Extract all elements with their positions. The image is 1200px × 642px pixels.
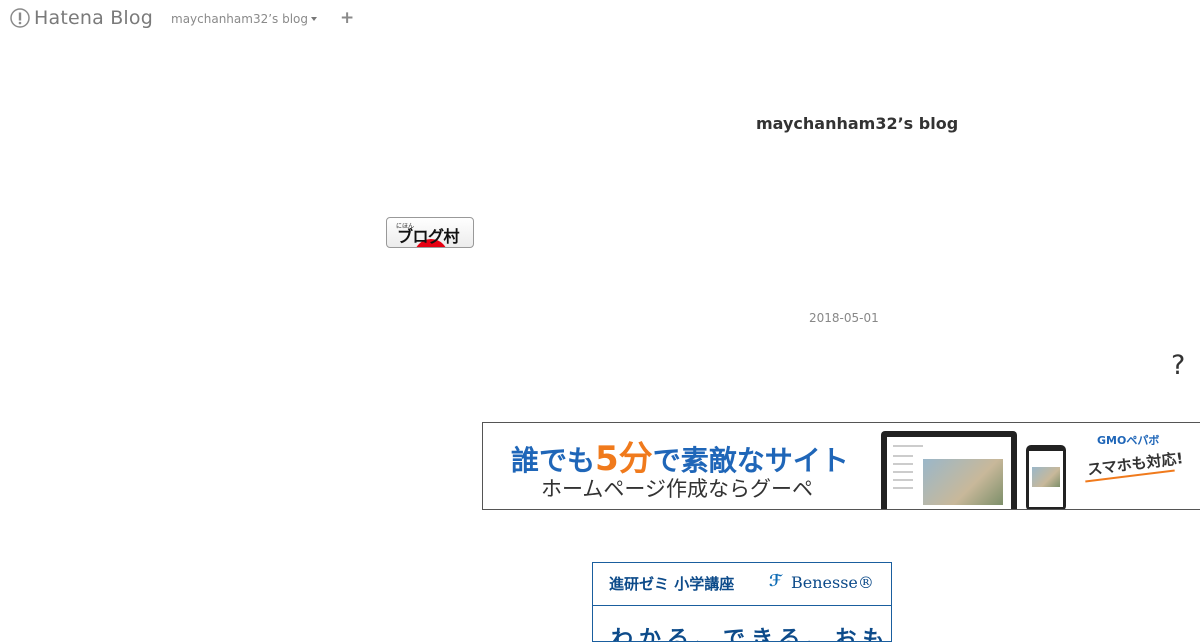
- laptop-line: [893, 463, 913, 465]
- laptop-illustration: [881, 431, 1017, 509]
- laptop-line: [893, 445, 923, 447]
- top-bar: Hatena Blog maychanham32’s blog +: [0, 0, 1200, 38]
- benesse-logo-icon: ℱ: [769, 571, 782, 590]
- laptop-line: [893, 455, 913, 457]
- blogmura-badge[interactable]: にほん ブログ村: [386, 217, 474, 248]
- laptop-photo: [923, 459, 1003, 505]
- logo-text: Hatena Blog: [34, 7, 153, 29]
- help-button[interactable]: ?: [1171, 350, 1185, 381]
- benesse-brand: Benesse®: [791, 573, 874, 592]
- laptop-screen: [887, 437, 1011, 509]
- goope-ad-banner[interactable]: 誰でも5分で素敵なサイト ホームページ作成ならグーペ GMOペパボ スマホも対応…: [482, 422, 1200, 510]
- hatena-blog-logo[interactable]: Hatena Blog: [10, 7, 153, 29]
- ad-brand: GMOペパボ: [1097, 434, 1160, 447]
- benesse-ad-header: 進研ゼミ 小学講座 ℱ Benesse®: [593, 563, 891, 606]
- blogmura-text: ブログ村: [397, 227, 460, 246]
- phone-illustration: [1026, 445, 1066, 509]
- post-date[interactable]: 2018-05-01: [809, 311, 879, 325]
- blog-switcher-dropdown[interactable]: maychanham32’s blog: [171, 12, 318, 26]
- phone-photo: [1032, 467, 1060, 487]
- laptop-line: [893, 479, 913, 481]
- chevron-down-icon: [311, 17, 318, 21]
- ad-subline: ホームページ作成ならグーペ: [541, 477, 813, 501]
- blog-title[interactable]: maychanham32’s blog: [756, 114, 958, 133]
- hatena-logo-icon: [10, 8, 30, 28]
- blog-switcher-label: maychanham32’s blog: [171, 12, 309, 26]
- laptop-line: [893, 471, 913, 473]
- phone-screen: [1029, 451, 1063, 507]
- benesse-ad-title: 進研ゼミ 小学講座: [609, 575, 735, 593]
- benesse-ad-banner[interactable]: 進研ゼミ 小学講座 ℱ Benesse® わかる、できる、おもしろい: [592, 562, 892, 642]
- add-post-button[interactable]: +: [340, 8, 354, 28]
- laptop-line: [893, 487, 913, 489]
- benesse-ad-body: わかる、できる、おもしろい: [611, 627, 891, 642]
